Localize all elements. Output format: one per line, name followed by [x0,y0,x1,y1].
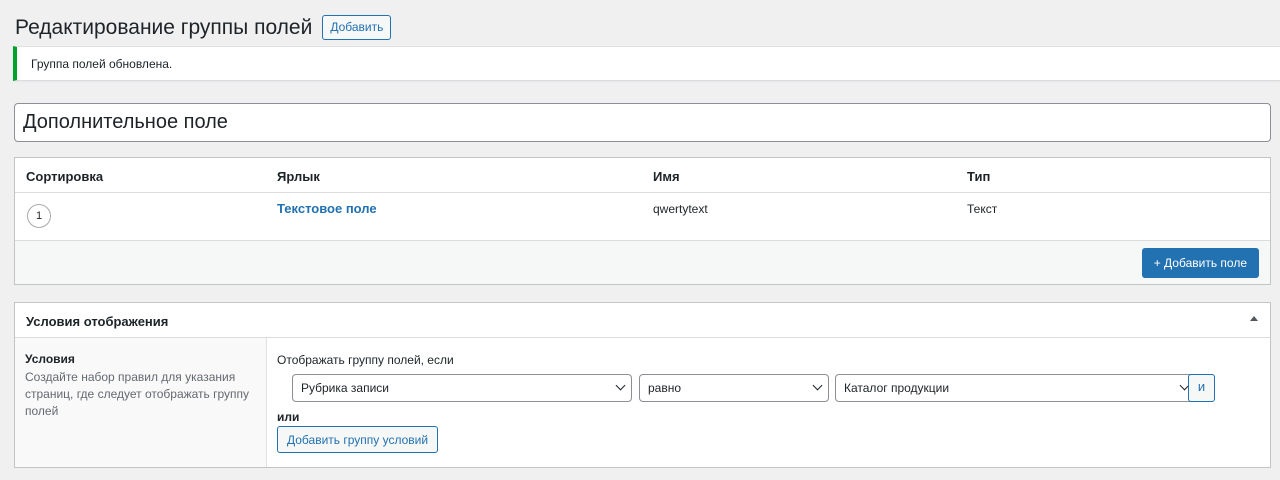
page-title: Редактирование группы полей [15,16,313,39]
chevron-down-icon [615,380,626,391]
notice-text: Группа полей обновлена. [31,56,173,71]
add-and-rule-button[interactable]: и [1188,374,1215,402]
location-rules-title: Условия отображения [26,314,169,329]
column-header-label: Ярлык [277,169,320,184]
rule-operator-select[interactable]: равно [639,374,829,402]
location-rules-body: Условия Создайте набор правил для указан… [15,338,1270,467]
show-if-label: Отображать группу полей, если [277,353,454,367]
fields-table-footer: + Добавить поле [15,241,1270,284]
add-field-button[interactable]: + Добавить поле [1141,248,1259,278]
rule-value-select[interactable]: Каталог продукции [835,374,1196,402]
chevron-down-icon [812,380,823,391]
page-header: Редактирование группы полей Добавить [15,14,392,41]
success-notice: Группа полей обновлена. [13,46,1280,81]
rule-value-value: Каталог продукции [844,381,950,395]
rule-operator-value: равно [648,381,682,395]
rule-param-value: Рубрика записи [301,381,389,395]
location-rules-header[interactable]: Условия отображения [15,303,1270,338]
add-new-button[interactable]: Добавить [322,15,392,40]
rules-label: Условия [25,352,75,366]
column-header-name: Имя [653,169,680,184]
field-group-title-input[interactable] [14,103,1271,142]
or-label: или [277,410,300,424]
column-header-order: Сортировка [26,169,104,184]
column-header-type: Тип [967,169,991,184]
rules-editor: Отображать группу полей, если Рубрика за… [277,338,1270,467]
field-label-link[interactable]: Текстовое поле [277,201,377,216]
rule-param-select[interactable]: Рубрика записи [292,374,632,402]
triangle-up-icon[interactable] [1250,316,1258,321]
field-order-handle[interactable]: 1 [27,204,51,228]
field-name: qwertytext [653,202,708,216]
fields-table-header: Сортировка Ярлык Имя Тип [15,158,1270,193]
rules-description: Создайте набор правил для указания стран… [25,370,250,418]
field-type: Текст [967,202,998,216]
rules-sidebar: Условия Создайте набор правил для указан… [15,338,267,467]
fields-table: Сортировка Ярлык Имя Тип 1 Текстовое пол… [14,157,1271,285]
table-row: 1 Текстовое поле qwertytext Текст [15,193,1270,241]
add-rule-group-button[interactable]: Добавить группу условий [277,426,439,453]
location-rules-box: Условия отображения Условия Создайте наб… [14,302,1271,468]
